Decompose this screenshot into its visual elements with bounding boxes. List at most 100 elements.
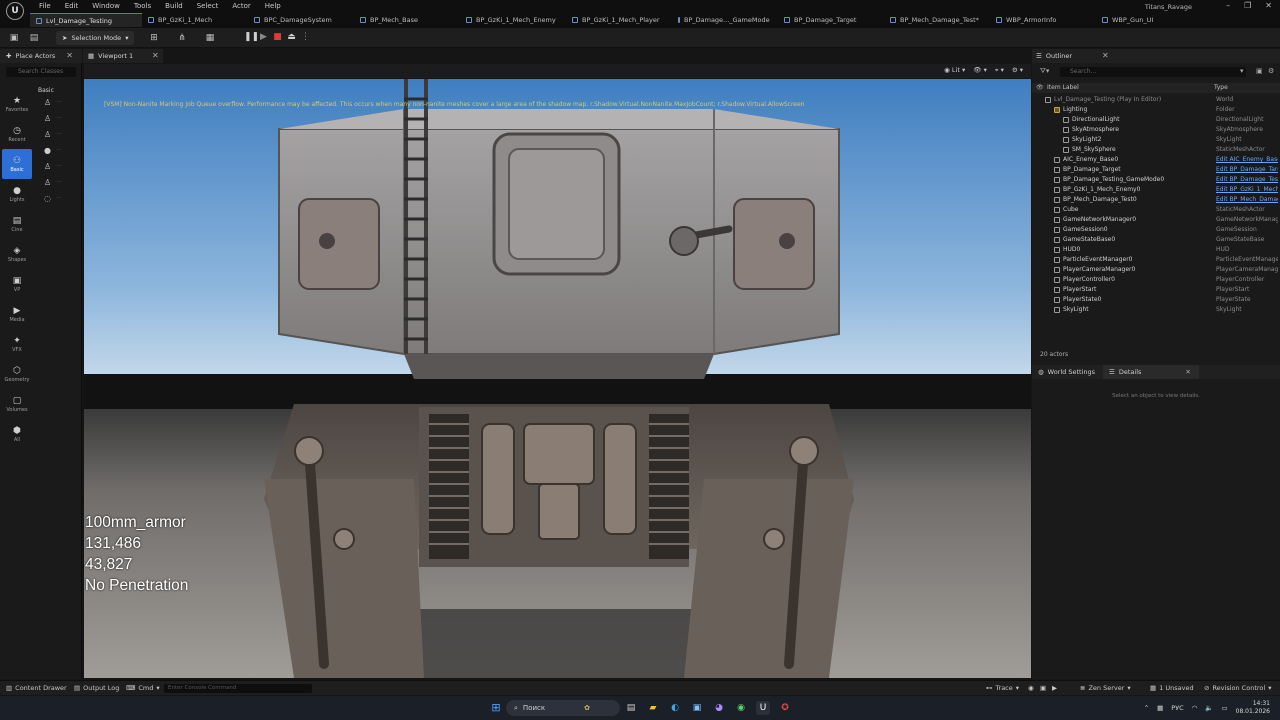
edit-blueprint-link[interactable]: Edit BP_Damage_Testing_GameMode [1216, 175, 1278, 185]
store-icon[interactable]: ▣ [690, 701, 704, 715]
outliner-row[interactable]: GameStateBase0 GameStateBase [1032, 235, 1280, 245]
taskbar-search[interactable]: ⌕ Поиск ✿ [506, 700, 620, 716]
chevron-down-icon[interactable]: ▾ [1240, 67, 1244, 75]
trace-button[interactable]: ⊷ Trace ▾ [986, 684, 1019, 692]
outliner-row[interactable]: SkyAtmosphere SkyAtmosphere [1032, 125, 1280, 135]
actor-item[interactable]: ♙ ··· [36, 126, 80, 142]
volume-icon[interactable]: 🔈 [1205, 704, 1213, 712]
app-icon[interactable]: ✪ [778, 701, 792, 715]
discord-icon[interactable]: ◕ [712, 701, 726, 715]
record-icon[interactable]: ◉ [1028, 684, 1034, 692]
actor-item[interactable]: ◌ ··· [36, 190, 80, 206]
level-viewport[interactable] [84, 79, 1031, 678]
unreal-taskbar-icon[interactable]: U [756, 701, 770, 715]
column-item-label[interactable]: Item Label [1047, 84, 1079, 91]
menu-window[interactable]: Window [85, 1, 127, 11]
blueprints-icon[interactable]: ⋔ [176, 32, 188, 44]
network-icon[interactable]: ▦ [1157, 704, 1163, 712]
category-cinematic[interactable]: ▤ Cine [2, 209, 32, 239]
outliner-row[interactable]: GameNetworkManager0 GameNetworkManager [1032, 215, 1280, 225]
outliner-row[interactable]: BP_Damage_Testing_GameMode0 Edit BP_Damag… [1032, 175, 1280, 185]
doc-tab[interactable]: WBP_ArmorInfo [990, 13, 1096, 27]
menu-edit[interactable]: Edit [58, 1, 86, 11]
clock[interactable]: 14:31 08.01.2026 [1236, 700, 1270, 716]
outliner-row[interactable]: HUD0 HUD [1032, 245, 1280, 255]
revision-control-button[interactable]: ⊘ Revision Control ▾ [1204, 684, 1271, 692]
edit-blueprint-link[interactable]: Edit BP_GzKi_1_Mech_Enemy [1216, 185, 1278, 195]
chevron-up-icon[interactable]: ⌃ [1144, 704, 1149, 712]
actor-item[interactable]: ♙ ··· [36, 110, 80, 126]
zen-server-button[interactable]: ≣ Zen Server ▾ [1080, 684, 1131, 692]
menu-select[interactable]: Select [190, 1, 226, 11]
step-icon[interactable]: ▶ [258, 32, 269, 43]
menu-file[interactable]: File [32, 1, 58, 11]
close-icon[interactable]: ✕ [66, 51, 73, 60]
outliner-row[interactable]: ParticleEventManager0 ParticleEventManage… [1032, 255, 1280, 265]
more-options-icon[interactable]: ⋮ [300, 32, 311, 43]
output-log-button[interactable]: ▤ Output Log [74, 684, 119, 692]
wifi-icon[interactable]: ◠ [1192, 704, 1198, 712]
category-basic[interactable]: ⚇ Basic [2, 149, 32, 179]
save-icon[interactable]: ▣ [8, 32, 20, 44]
settings-icon[interactable]: ⚙ [1268, 67, 1274, 75]
doc-tab[interactable]: BPC_DamageSystem [248, 13, 354, 27]
snap-icon[interactable]: ⌖ ▾ [995, 66, 1004, 75]
language-indicator[interactable]: РУС [1171, 704, 1183, 712]
close-icon[interactable]: ✕ [1102, 51, 1109, 60]
category-geometry[interactable]: ⬡ Geometry [2, 359, 32, 389]
menu-help[interactable]: Help [258, 1, 288, 11]
pause-icon[interactable]: ❚❚ [244, 32, 259, 43]
visibility-icon[interactable]: 👁 [1036, 84, 1044, 91]
category-lights[interactable]: ● Lights [2, 179, 32, 209]
outliner-row[interactable]: SkyLight SkyLight [1032, 305, 1280, 315]
doc-tab[interactable]: BP_GzKi_1_Mech_Enemy [460, 13, 566, 27]
content-drawer-button[interactable]: ▥ Content Drawer [6, 684, 67, 692]
outliner-row[interactable]: DirectionalLight DirectionalLight [1032, 115, 1280, 125]
unsaved-button[interactable]: ▦ 1 Unsaved [1150, 684, 1194, 692]
minimize-icon[interactable]: – [1226, 1, 1230, 10]
doc-tab[interactable]: BP_Mech_Damage_Test* [884, 13, 990, 27]
doc-tab[interactable]: BP_Damage..._GameMode [672, 13, 778, 27]
outliner-row[interactable]: BP_GzKi_1_Mech_Enemy0 Edit BP_GzKi_1_Mech… [1032, 185, 1280, 195]
doc-tab[interactable]: WBP_Gun_UI [1096, 13, 1166, 27]
eject-icon[interactable]: ⏏ [286, 32, 297, 43]
doc-tab[interactable]: BP_GzKi_1_Mech [142, 13, 248, 27]
category-volumes[interactable]: ▢ Volumes [2, 389, 32, 419]
actor-item[interactable]: ♙ ··· [36, 174, 80, 190]
video-icon[interactable]: ▶ [1052, 684, 1057, 692]
category-favorites[interactable]: ★ Favorites [2, 89, 32, 119]
stop-icon[interactable]: ■ [272, 32, 283, 43]
chrome-icon[interactable]: ◉ [734, 701, 748, 715]
column-type[interactable]: Type [1214, 84, 1228, 91]
outliner-row[interactable]: PlayerController0 PlayerController [1032, 275, 1280, 285]
category-all[interactable]: ⬢ All [2, 419, 32, 449]
outliner-row[interactable]: SM_SkySphere StaticMeshActor [1032, 145, 1280, 155]
outliner-search-input[interactable]: Search... [1060, 67, 1246, 77]
task-view-icon[interactable]: ▤ [624, 701, 638, 715]
settings-icon[interactable]: ⚙ ▾ [1012, 66, 1023, 75]
tab-details[interactable]: ☰ Details ✕ [1103, 365, 1199, 379]
view-mode-button[interactable]: ◉ Lit ▾ [944, 66, 965, 75]
outliner-row[interactable]: PlayerCameraManager0 PlayerCameraManager [1032, 265, 1280, 275]
menu-tools[interactable]: Tools [127, 1, 158, 11]
edge-icon[interactable]: ◐ [668, 701, 682, 715]
screenshot-icon[interactable]: ▣ [1040, 684, 1046, 692]
viewport-tab[interactable]: ▦ Viewport 1 [83, 49, 163, 63]
close-icon[interactable]: ✕ [1265, 1, 1272, 10]
edit-blueprint-link[interactable]: Edit AIC_Enemy_Base [1216, 155, 1278, 165]
category-recent[interactable]: ◷ Recent [2, 119, 32, 149]
category-shapes[interactable]: ◈ Shapes [2, 239, 32, 269]
outliner-row[interactable]: AIC_Enemy_Base0 Edit AIC_Enemy_Base [1032, 155, 1280, 165]
outliner-row[interactable]: Lvl_Damage_Testing (Play In Editor) World [1032, 95, 1280, 105]
menu-actor[interactable]: Actor [225, 1, 257, 11]
actor-item[interactable]: ♙ ··· [36, 94, 80, 110]
maximize-icon[interactable]: ❐ [1244, 1, 1251, 10]
console-command-input[interactable]: Enter Console Command [164, 684, 312, 693]
doc-tab[interactable]: BP_Mech_Base [354, 13, 460, 27]
category-media[interactable]: ▶ Media [2, 299, 32, 329]
close-icon[interactable]: ✕ [1185, 368, 1190, 376]
edit-blueprint-link[interactable]: Edit BP_Damage_Target [1216, 165, 1278, 175]
edit-blueprint-link[interactable]: Edit BP_Mech_Damage_Test [1216, 195, 1278, 205]
windows-start-icon[interactable]: ⊞ [489, 701, 503, 715]
outliner-row[interactable]: PlayerStart PlayerStart [1032, 285, 1280, 295]
